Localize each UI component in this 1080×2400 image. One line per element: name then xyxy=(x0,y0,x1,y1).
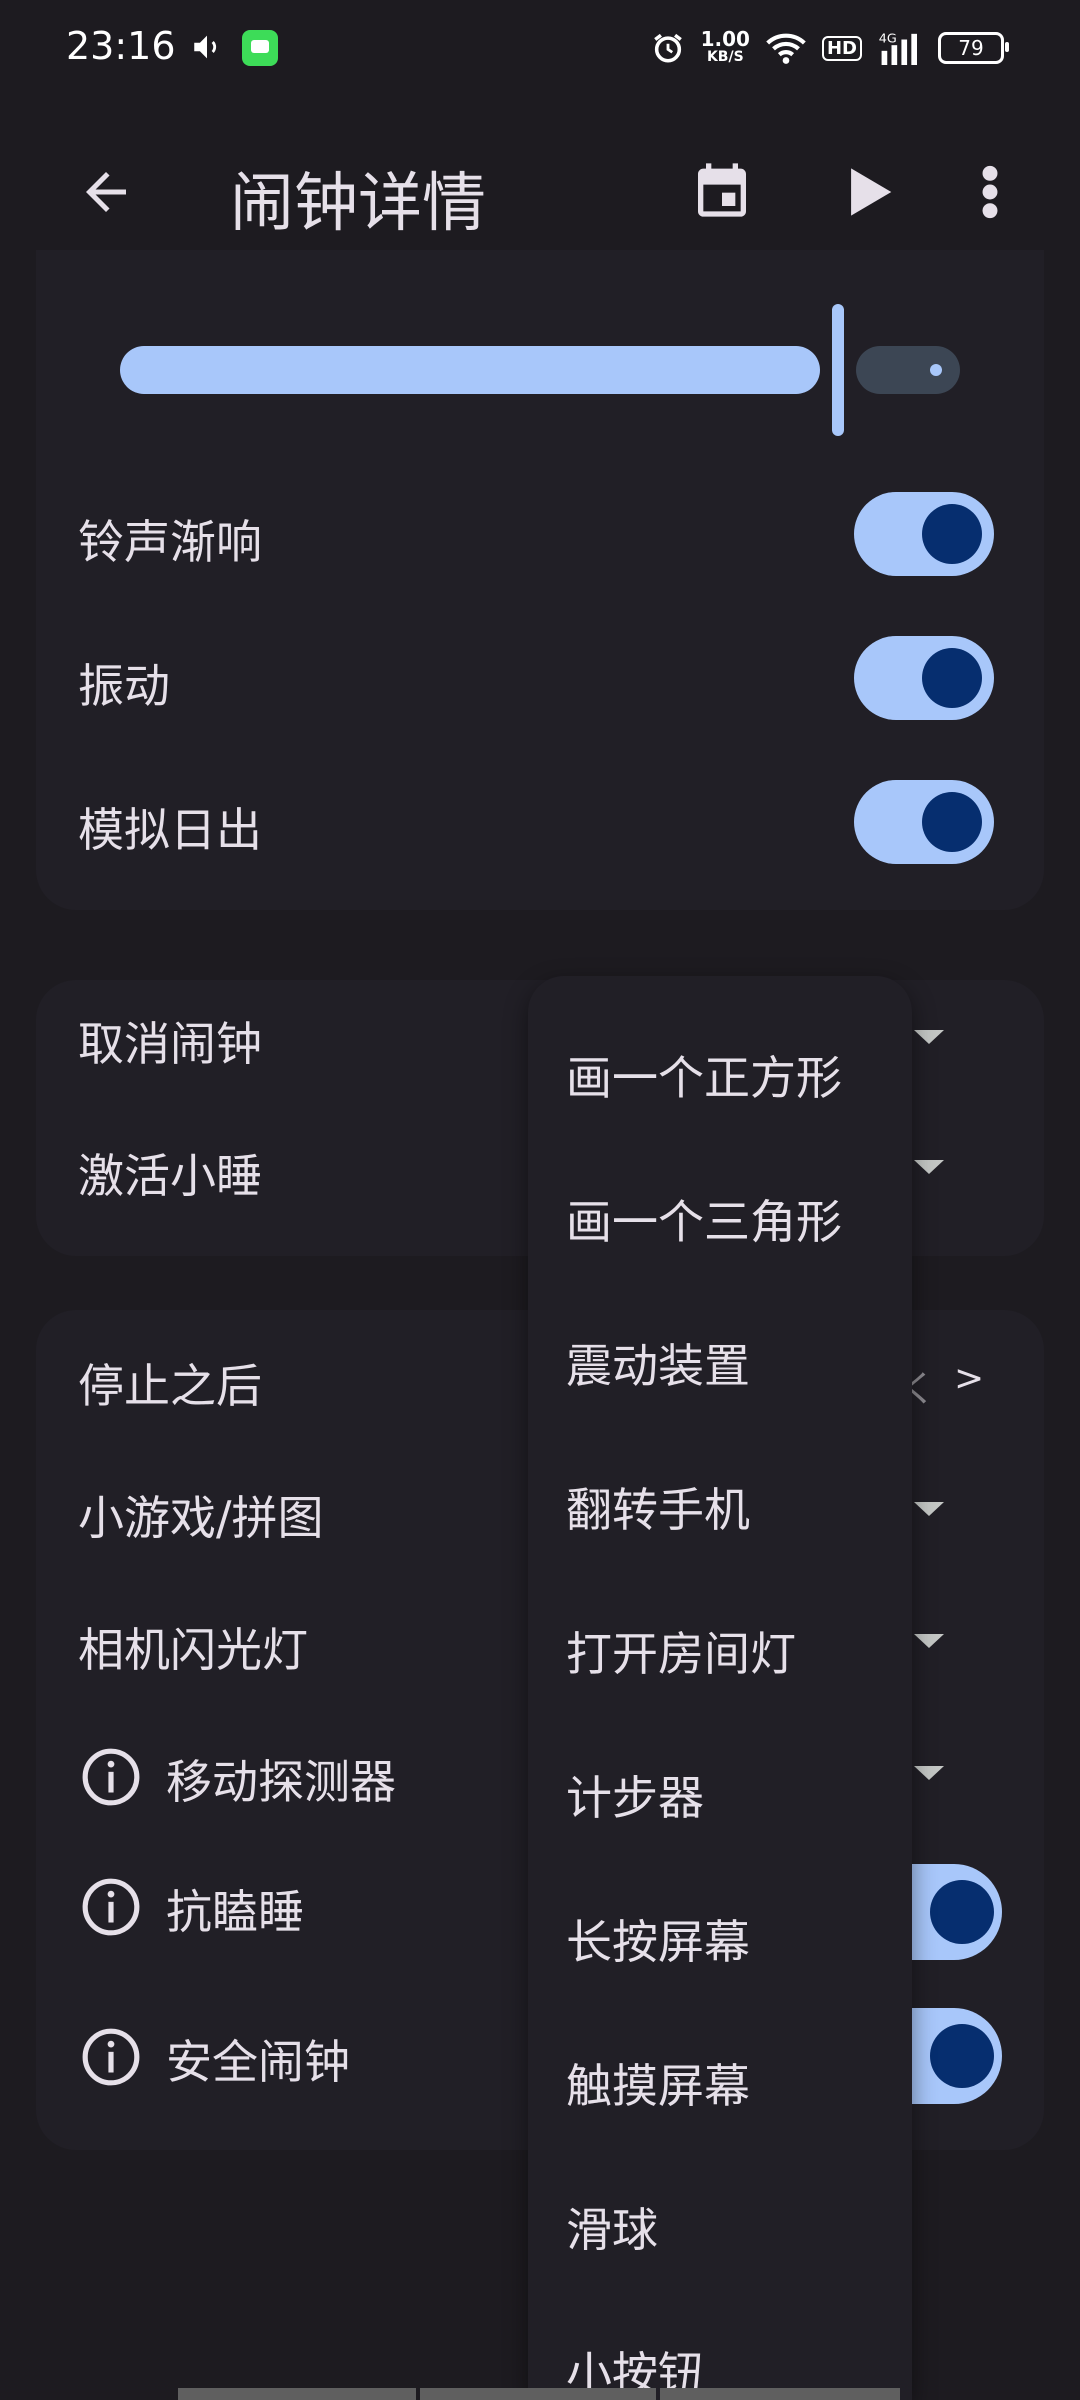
flash-dropdown-arrow-icon[interactable] xyxy=(914,1634,944,1648)
after-stop-chevron[interactable]: > xyxy=(954,1358,984,1399)
page-title: 闹钟详情 xyxy=(230,167,486,241)
anti-sleep-label[interactable]: 抗瞌睡 xyxy=(166,1876,304,1942)
gesture-bar-center xyxy=(420,2388,656,2400)
info-icon[interactable] xyxy=(80,1746,142,1808)
volume-slider-inactive-track[interactable] xyxy=(856,346,960,394)
after-stop-label[interactable]: 停止之后 xyxy=(78,1350,262,1416)
calendar-icon[interactable] xyxy=(690,158,754,222)
wifi-icon xyxy=(766,33,806,64)
signal-icon: 4G xyxy=(879,31,917,65)
info-icon[interactable] xyxy=(80,1876,142,1938)
info-icon[interactable] xyxy=(80,2026,142,2088)
net-speed-unit: KB/S xyxy=(706,49,744,65)
status-time: 23:16 xyxy=(66,24,176,68)
mini-game-dropdown-arrow-icon[interactable] xyxy=(914,1502,944,1516)
snooze-label[interactable]: 激活小睡 xyxy=(78,1140,262,1206)
toggle-knob xyxy=(922,504,982,564)
net-speed: 1.00 KB/S xyxy=(701,29,750,66)
challenge-dropdown-menu: 画一个正方形 画一个三角形 震动装置 翻转手机 打开房间灯 计步器 长按屏幕 触… xyxy=(528,976,912,2400)
message-app-icon xyxy=(242,30,278,66)
gesture-bar-left xyxy=(178,2388,416,2400)
crescendo-toggle[interactable] xyxy=(854,492,994,576)
volume-slider-handle[interactable] xyxy=(832,304,844,436)
vibrate-label: 振动 xyxy=(78,659,170,713)
sunrise-toggle[interactable] xyxy=(854,780,994,864)
toggle-knob xyxy=(930,1880,994,1944)
sound-icon xyxy=(194,35,217,59)
battery-level: 79 xyxy=(958,36,984,60)
back-arrow-icon[interactable] xyxy=(76,162,136,222)
toggle-knob xyxy=(922,792,982,852)
battery-icon: 79 xyxy=(938,32,1009,64)
vibrate-toggle[interactable] xyxy=(854,636,994,720)
volume-slider-stop-dot xyxy=(930,364,942,376)
mini-game-label[interactable]: 小游戏/拼图 xyxy=(78,1482,324,1548)
hd-badge: HD xyxy=(821,35,862,61)
toggle-knob xyxy=(930,2024,994,2088)
menu-item-slide-ball[interactable]: 滑球 xyxy=(566,2194,658,2260)
menu-item-vibration-device[interactable]: 震动装置 xyxy=(566,1330,750,1396)
gesture-bar-right xyxy=(660,2388,900,2400)
crescendo-label: 铃声渐响 xyxy=(78,515,262,569)
menu-item-draw-square[interactable]: 画一个正方形 xyxy=(566,1042,842,1108)
status-bar: 23:16 1.00 KB/S HD 4G 79 xyxy=(0,0,1080,96)
safe-alarm-label[interactable]: 安全闹钟 xyxy=(166,2026,350,2092)
menu-item-room-light[interactable]: 打开房间灯 xyxy=(566,1618,796,1684)
menu-item-touch-screen[interactable]: 触摸屏幕 xyxy=(566,2050,750,2116)
menu-item-draw-triangle[interactable]: 画一个三角形 xyxy=(566,1186,842,1252)
play-icon[interactable] xyxy=(846,166,894,218)
dismiss-alarm-label[interactable]: 取消闹钟 xyxy=(78,1008,262,1074)
menu-item-flip-phone[interactable]: 翻转手机 xyxy=(566,1474,750,1540)
toggle-knob xyxy=(922,648,982,708)
dismiss-dropdown-arrow-icon[interactable] xyxy=(914,1030,944,1044)
menu-item-long-press[interactable]: 长按屏幕 xyxy=(566,1906,750,1972)
snooze-dropdown-arrow-icon[interactable] xyxy=(914,1160,944,1174)
svg-text:4G: 4G xyxy=(879,31,897,46)
flash-label[interactable]: 相机闪光灯 xyxy=(78,1614,308,1680)
more-vert-icon[interactable] xyxy=(978,164,1002,220)
alarm-icon xyxy=(653,33,682,63)
menu-item-pedometer[interactable]: 计步器 xyxy=(566,1762,704,1828)
sunrise-label: 模拟日出 xyxy=(78,803,262,857)
motion-dropdown-arrow-icon[interactable] xyxy=(914,1766,944,1780)
motion-detector-label[interactable]: 移动探测器 xyxy=(166,1746,396,1812)
status-right: 1.00 KB/S HD 4G 79 xyxy=(651,26,1009,70)
volume-slider-active-track[interactable] xyxy=(120,346,820,394)
